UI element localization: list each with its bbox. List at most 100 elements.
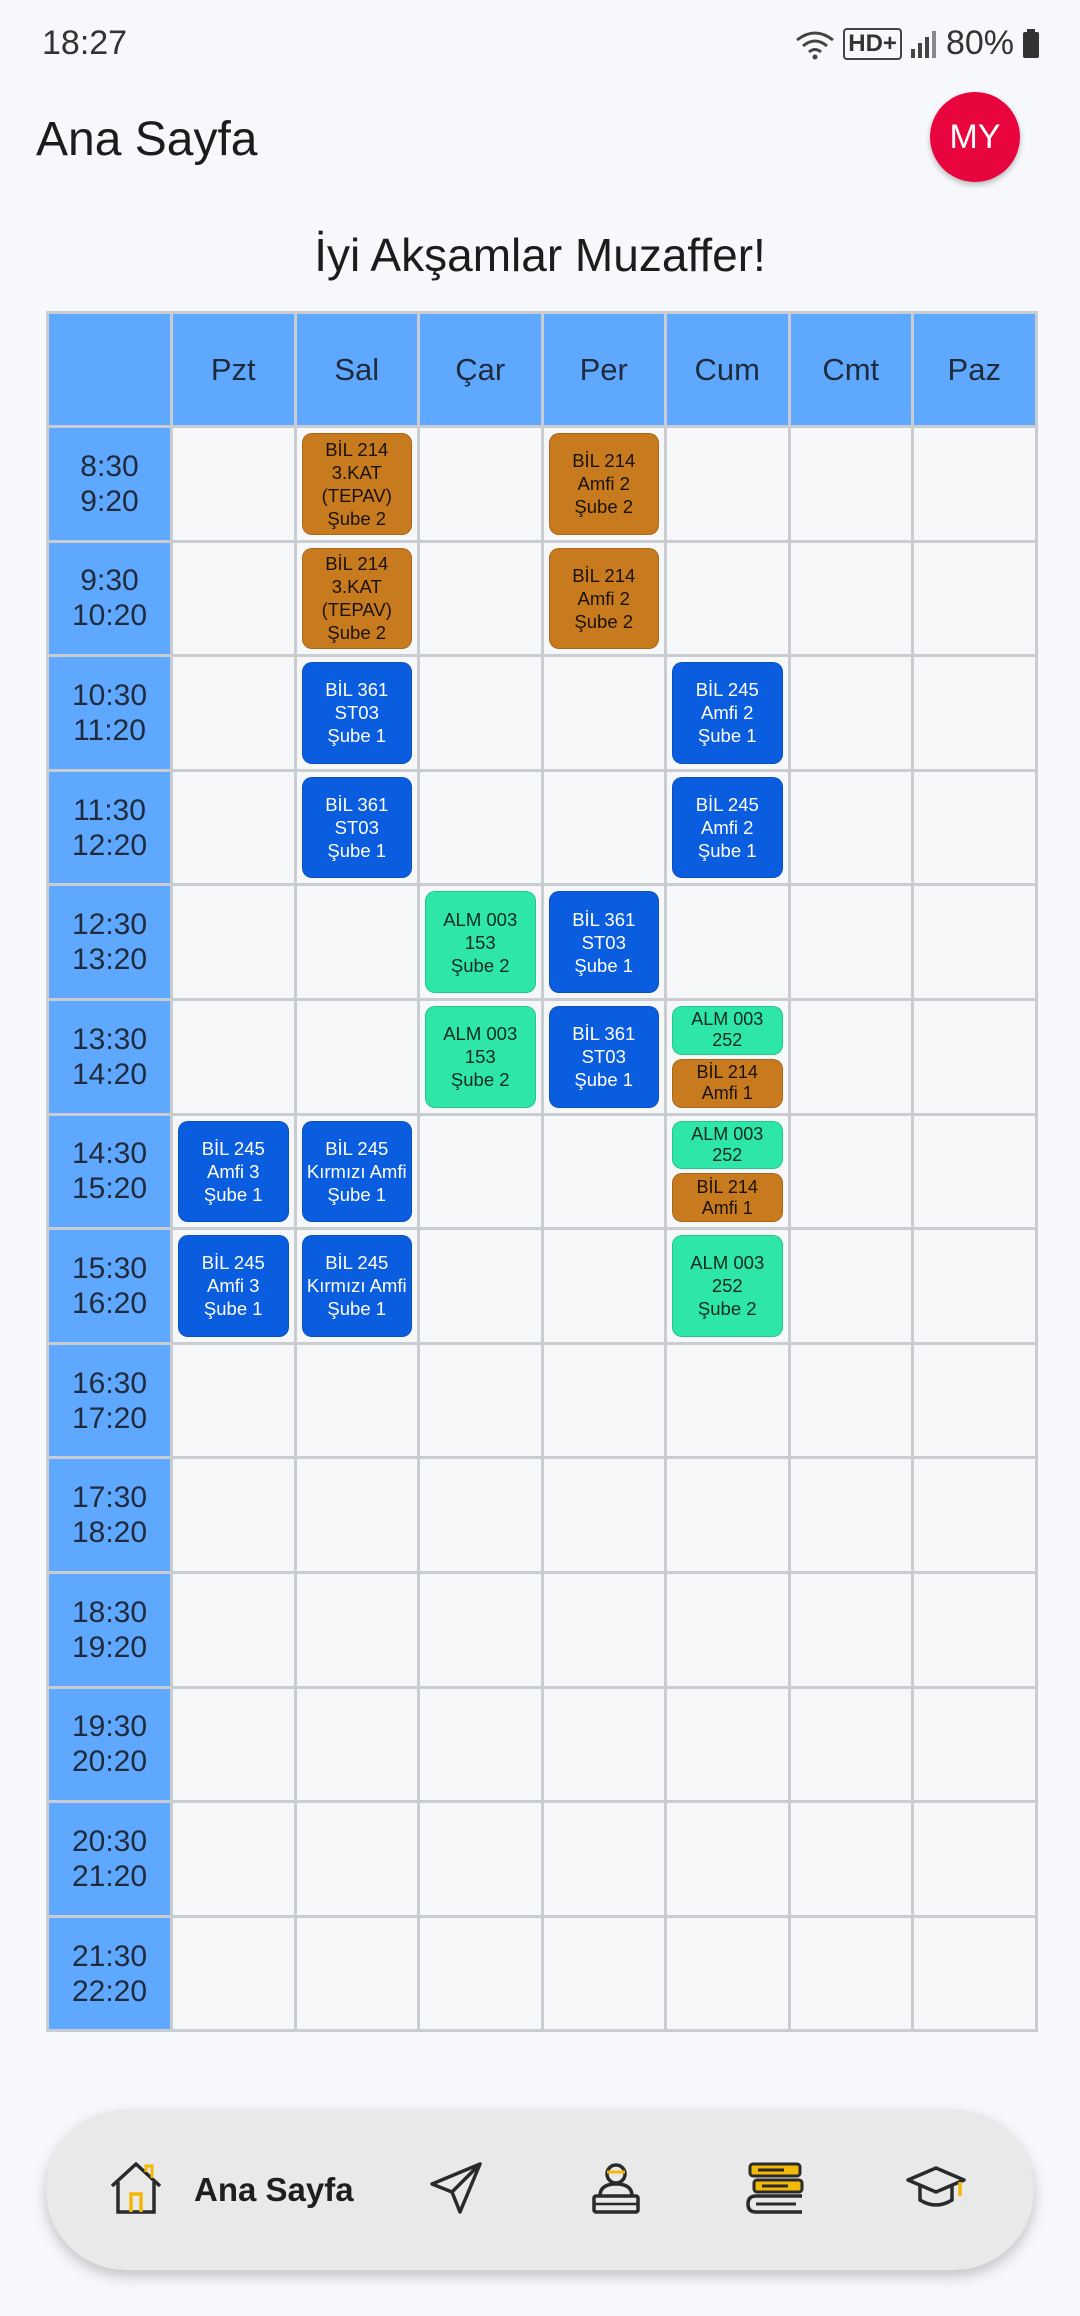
timetable-cell[interactable] [787,1800,914,1918]
timetable-cell[interactable] [911,997,1038,1116]
timetable-cell[interactable] [170,1456,297,1574]
timetable-cell[interactable] [787,997,914,1116]
course-block[interactable]: BİL 245 Kırmızı Amfi Şube 1 [301,1235,412,1337]
timetable-cell[interactable] [293,1685,420,1804]
timetable-cell[interactable] [787,883,914,1001]
course-block[interactable]: ALM 003 252 Şube 2 [672,1235,783,1337]
timetable-cell[interactable] [417,768,544,887]
timetable-cell[interactable] [293,997,420,1116]
timetable-cell[interactable] [417,1227,544,1345]
timetable-cell[interactable] [293,1456,420,1574]
timetable-cell[interactable]: BİL 245 Amfi 2 Şube 1 [664,654,791,772]
timetable-cell[interactable] [911,654,1038,772]
timetable-cell[interactable] [664,1914,791,2033]
timetable-cell[interactable] [170,654,297,772]
timetable-cell[interactable]: BİL 361 ST03 Şube 1 [293,768,420,887]
timetable-cell[interactable] [540,1227,667,1345]
timetable-cell[interactable] [664,1570,791,1689]
course-block[interactable]: BİL 214 Amfi 1 [672,1173,783,1223]
timetable-cell[interactable]: BİL 214 Amfi 2 Şube 2 [540,539,667,658]
timetable-cell[interactable] [911,1800,1038,1918]
course-block[interactable]: BİL 214 Amfi 1 [672,1058,783,1108]
course-block[interactable]: BİL 361 ST03 Şube 1 [548,1005,659,1108]
timetable-cell[interactable] [540,1112,667,1231]
timetable-cell[interactable] [787,1685,914,1804]
timetable-cell[interactable] [293,1341,420,1460]
timetable-cell[interactable] [170,539,297,658]
nav-teacher[interactable] [566,2110,666,2270]
avatar[interactable]: MY [930,92,1020,182]
timetable-cell[interactable]: ALM 003 252 BİL 214 Amfi 1 [664,997,791,1116]
timetable-cell[interactable] [911,539,1038,658]
timetable-cell[interactable] [787,654,914,772]
timetable-cell[interactable] [540,1685,667,1804]
timetable-cell[interactable] [170,768,297,887]
course-block[interactable]: BİL 214 Amfi 2 Şube 2 [548,547,659,650]
timetable-cell[interactable] [417,1341,544,1460]
timetable-cell[interactable] [540,1800,667,1918]
timetable-cell[interactable] [911,1914,1038,2033]
timetable-cell[interactable] [911,1456,1038,1574]
timetable-cell[interactable] [293,1570,420,1689]
timetable-cell[interactable] [911,1685,1038,1804]
timetable-cell[interactable]: BİL 245 Kırmızı Amfi Şube 1 [293,1112,420,1231]
course-block[interactable]: BİL 214 Amfi 2 Şube 2 [548,433,659,535]
nav-home[interactable]: Ana Sayfa [106,2110,366,2270]
course-block[interactable]: BİL 361 ST03 Şube 1 [301,776,412,879]
timetable-cell[interactable]: BİL 214 3.KAT (TEPAV) Şube 2 [293,539,420,658]
timetable-cell[interactable] [417,1914,544,2033]
timetable-cell[interactable] [911,1112,1038,1231]
timetable-cell[interactable] [911,768,1038,887]
course-block[interactable]: BİL 214 3.KAT (TEPAV) Şube 2 [301,547,412,650]
timetable-cell[interactable] [170,997,297,1116]
timetable-cell[interactable]: BİL 245 Amfi 3 Şube 1 [170,1112,297,1231]
timetable-cell[interactable] [787,1341,914,1460]
course-block[interactable]: BİL 245 Amfi 3 Şube 1 [178,1235,289,1337]
timetable-cell[interactable]: ALM 003 153 Şube 2 [417,883,544,1001]
timetable-cell[interactable] [417,1112,544,1231]
timetable-cell[interactable] [911,1341,1038,1460]
timetable-cell[interactable] [911,1227,1038,1345]
timetable-cell[interactable] [293,1800,420,1918]
timetable-cell[interactable]: ALM 003 153 Şube 2 [417,997,544,1116]
course-block[interactable]: BİL 361 ST03 Şube 1 [301,662,412,764]
timetable-cell[interactable]: BİL 245 Kırmızı Amfi Şube 1 [293,1227,420,1345]
timetable-cell[interactable] [170,1914,297,2033]
course-block[interactable]: ALM 003 153 Şube 2 [425,1005,536,1108]
timetable-cell[interactable] [911,1570,1038,1689]
timetable-cell[interactable] [787,1456,914,1574]
timetable-cell[interactable] [664,1341,791,1460]
timetable-cell[interactable] [293,883,420,1001]
timetable-cell[interactable]: ALM 003 252 Şube 2 [664,1227,791,1345]
timetable-cell[interactable] [540,1914,667,2033]
timetable-cell[interactable] [417,1456,544,1574]
timetable-cell[interactable] [170,425,297,543]
timetable-cell[interactable] [540,1570,667,1689]
timetable-cell[interactable] [170,1685,297,1804]
timetable-cell[interactable] [170,883,297,1001]
timetable-cell[interactable] [170,1341,297,1460]
course-block[interactable]: BİL 245 Amfi 3 Şube 1 [178,1120,289,1223]
timetable-cell[interactable] [540,1456,667,1574]
course-block[interactable]: ALM 003 252 [672,1005,783,1055]
nav-graduation[interactable] [886,2110,986,2270]
timetable-cell[interactable] [664,1685,791,1804]
nav-send[interactable] [406,2110,506,2270]
timetable-cell[interactable]: BİL 245 Amfi 2 Şube 1 [664,768,791,887]
course-block[interactable]: BİL 245 Kırmızı Amfi Şube 1 [301,1120,412,1223]
timetable-cell[interactable] [417,1570,544,1689]
nav-courses[interactable] [726,2110,826,2270]
timetable-cell[interactable] [540,1341,667,1460]
timetable-cell[interactable] [787,539,914,658]
timetable-cell[interactable]: BİL 361 ST03 Şube 1 [540,997,667,1116]
timetable-cell[interactable] [787,1570,914,1689]
course-block[interactable]: BİL 245 Amfi 2 Şube 1 [672,776,783,879]
timetable-cell[interactable] [540,654,667,772]
timetable-cell[interactable] [787,1112,914,1231]
timetable-cell[interactable] [664,539,791,658]
timetable-cell[interactable] [787,768,914,887]
timetable-cell[interactable]: BİL 214 3.KAT (TEPAV) Şube 2 [293,425,420,543]
timetable-cell[interactable] [417,1800,544,1918]
timetable-cell[interactable] [911,425,1038,543]
course-block[interactable]: ALM 003 153 Şube 2 [425,891,536,993]
